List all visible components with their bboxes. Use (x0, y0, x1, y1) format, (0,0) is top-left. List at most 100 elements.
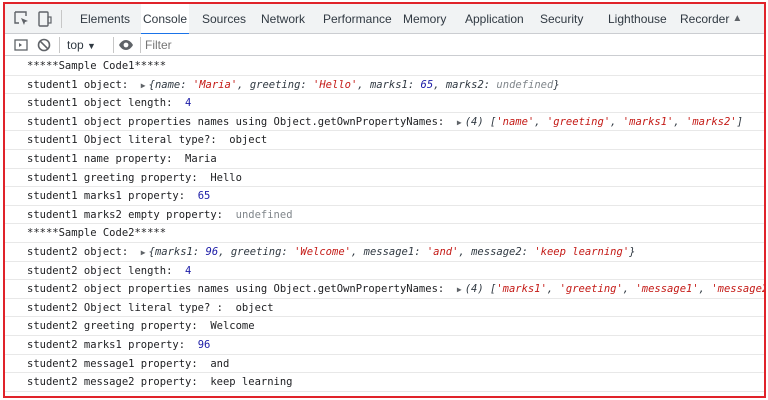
console-message: student1 name property: Maria (5, 150, 764, 169)
message-label: student1 marks1 property: (27, 190, 198, 203)
devtools-window: Elements Console Sources Network Perform… (3, 2, 766, 398)
tab-security[interactable]: Security (540, 4, 583, 34)
toolbar-divider (113, 37, 114, 53)
console-message: student1 object length: 4 (5, 94, 764, 113)
message-text: student2 greeting property: Welcome (27, 320, 255, 333)
message-value: 65 (197, 190, 211, 203)
tab-application[interactable]: Application (465, 4, 524, 34)
message-text: student1 greeting property: Hello (27, 171, 242, 184)
toolbar-divider (59, 37, 60, 53)
prop-key: marks1: (154, 245, 206, 258)
message-label: student2 object properties names using O… (27, 283, 457, 296)
prop-value: undefined (496, 78, 554, 91)
separator: , (237, 78, 250, 91)
tab-memory[interactable]: Memory (403, 4, 446, 34)
prop-key: greeting: (249, 78, 314, 91)
prop-value: 96 (205, 245, 219, 258)
prop-value: 'keep learning' (534, 245, 630, 258)
tab-lighthouse[interactable]: Lighthouse (608, 4, 667, 34)
expand-arrow-icon[interactable]: ▶ (457, 118, 462, 127)
message-label: student2 object: (27, 245, 141, 258)
context-value: top (67, 38, 84, 52)
message-text: student2 Object literal type? : object (27, 301, 274, 314)
tab-console[interactable]: Console (141, 4, 190, 35)
console-message: student1 object properties names using O… (5, 113, 764, 132)
prop-value: 'Maria' (192, 78, 238, 91)
prop-value: 'Hello' (313, 78, 358, 91)
expand-arrow-icon[interactable]: ▶ (141, 81, 146, 90)
prop-value: 65 (420, 78, 434, 91)
message-text: student1 Object literal type?: object (27, 134, 268, 147)
chevron-down-icon: ▼ (87, 41, 96, 51)
message-text: *****Sample Code1***** (27, 60, 167, 72)
message-text: *****Sample Code2***** (27, 227, 167, 240)
message-label: student2 object length: (27, 264, 186, 277)
recorder-flask-icon: ▲ (732, 13, 743, 24)
tab-network[interactable]: Network (261, 4, 305, 34)
tab-elements[interactable]: Elements (80, 4, 130, 34)
devtools-tab-bar: Elements Console Sources Network Perform… (5, 4, 764, 35)
console-message: student2 message1 property: and (5, 355, 764, 374)
prop-key: greeting: (230, 245, 295, 258)
prop-value: 'Welcome' (294, 245, 351, 258)
array-item: 'greeting' (559, 283, 623, 296)
array-item: 'marks2' (686, 115, 737, 128)
message-label: student1 object: (27, 78, 141, 91)
message-text: student2 message2 property: keep learnin… (27, 376, 293, 389)
object-preview[interactable]: {marks1: 96, greeting: 'Welcome', messag… (149, 246, 636, 258)
message-value: 96 (197, 338, 211, 351)
prop-key: name: (154, 78, 193, 91)
separator: , (357, 78, 370, 91)
prop-key: marks1: (369, 78, 421, 91)
tab-performance[interactable]: Performance (323, 4, 392, 34)
array-preview[interactable]: (4) ['marks1', 'greeting', 'message1', '… (465, 283, 764, 296)
console-message: student2 object properties names using O… (5, 280, 764, 299)
array-item: 'name' (496, 115, 535, 128)
message-text: student2 message1 property: and (27, 357, 230, 370)
array-preview[interactable]: (4) ['name', 'greeting', 'marks1', 'mark… (465, 116, 743, 128)
filter-input[interactable] (145, 36, 365, 54)
array-item: 'marks1' (496, 283, 547, 296)
console-message: student1 marks2 empty property: undefine… (5, 206, 764, 225)
console-sidebar-icon[interactable] (13, 37, 29, 53)
device-toolbar-icon[interactable] (36, 10, 54, 28)
array-item: 'marks1' (622, 115, 674, 128)
array-count: (4) (464, 115, 484, 128)
toolbar-divider (140, 37, 141, 53)
console-message: student1 Object literal type?: object (5, 131, 764, 150)
message-value: 4 (185, 97, 192, 110)
message-label: student1 object length: (27, 97, 186, 110)
tab-sources[interactable]: Sources (202, 4, 246, 34)
console-log: *****Sample Code1***** student1 object: … (5, 57, 764, 396)
tab-bar-divider (61, 10, 62, 28)
clear-console-icon[interactable] (36, 37, 52, 53)
console-message: student2 message2 property: keep learnin… (5, 373, 764, 392)
brace: } (553, 78, 560, 91)
console-toolbar: top ▼ (5, 34, 764, 56)
live-expression-icon[interactable] (118, 37, 134, 53)
object-preview[interactable]: {name: 'Maria', greeting: 'Hello', marks… (149, 79, 560, 91)
console-message: student2 object: ▶ {marks1: 96, greeting:… (5, 243, 764, 262)
separator: , (433, 78, 446, 91)
prop-value: 'and' (426, 245, 459, 258)
brace: } (629, 245, 636, 258)
separator: , (218, 245, 231, 258)
inspect-element-icon[interactable] (13, 10, 31, 28)
array-item: 'message1' (635, 283, 699, 296)
message-label: student1 marks2 empty property: (27, 208, 236, 221)
console-message: *****Sample Code1***** (5, 57, 764, 76)
console-message: student1 greeting property: Hello (5, 169, 764, 188)
context-selector[interactable]: top ▼ (67, 34, 96, 56)
separator: , (350, 245, 364, 258)
tab-recorder-label: Recorder (680, 12, 730, 26)
expand-arrow-icon[interactable]: ▶ (141, 248, 146, 257)
message-value: 4 (185, 264, 192, 277)
separator: , (458, 245, 472, 258)
tab-recorder[interactable]: Recorder ▲ (680, 4, 742, 34)
console-message: student1 object: ▶ {name: 'Maria', greeti… (5, 76, 764, 95)
console-message: student2 Object literal type? : object (5, 299, 764, 318)
prop-key: message2: (471, 245, 535, 258)
message-label: student2 marks1 property: (27, 338, 198, 351)
expand-arrow-icon[interactable]: ▶ (457, 285, 462, 294)
array-item: 'greeting' (546, 115, 611, 128)
